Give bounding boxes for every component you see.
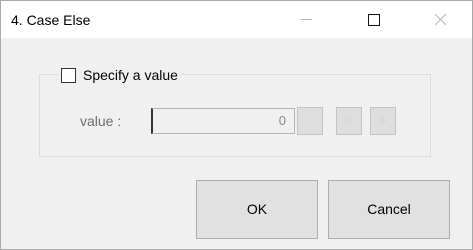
- specify-value-checkbox[interactable]: [61, 67, 76, 83]
- previous-button[interactable]: <: [336, 107, 362, 135]
- title-bar[interactable]: 4. Case Else: [1, 1, 472, 38]
- specify-value-option[interactable]: Specify a value: [58, 65, 182, 85]
- minimize-button[interactable]: [283, 1, 329, 38]
- next-button[interactable]: >: [370, 107, 396, 135]
- window-title: 4. Case Else: [11, 12, 91, 28]
- value-input[interactable]: 0: [151, 108, 295, 134]
- maximize-icon: [368, 14, 380, 26]
- maximize-button[interactable]: [351, 1, 397, 38]
- specify-value-label[interactable]: Specify a value: [83, 67, 178, 83]
- spin-button[interactable]: [297, 107, 323, 135]
- chevron-left-icon: <: [345, 113, 353, 127]
- chevron-right-icon: >: [379, 113, 387, 127]
- cancel-button[interactable]: Cancel: [328, 180, 450, 239]
- close-icon: [435, 14, 446, 25]
- ok-button[interactable]: OK: [196, 180, 318, 239]
- value-label: value :: [80, 113, 122, 129]
- close-button[interactable]: [418, 1, 464, 38]
- minimize-icon: [301, 19, 312, 20]
